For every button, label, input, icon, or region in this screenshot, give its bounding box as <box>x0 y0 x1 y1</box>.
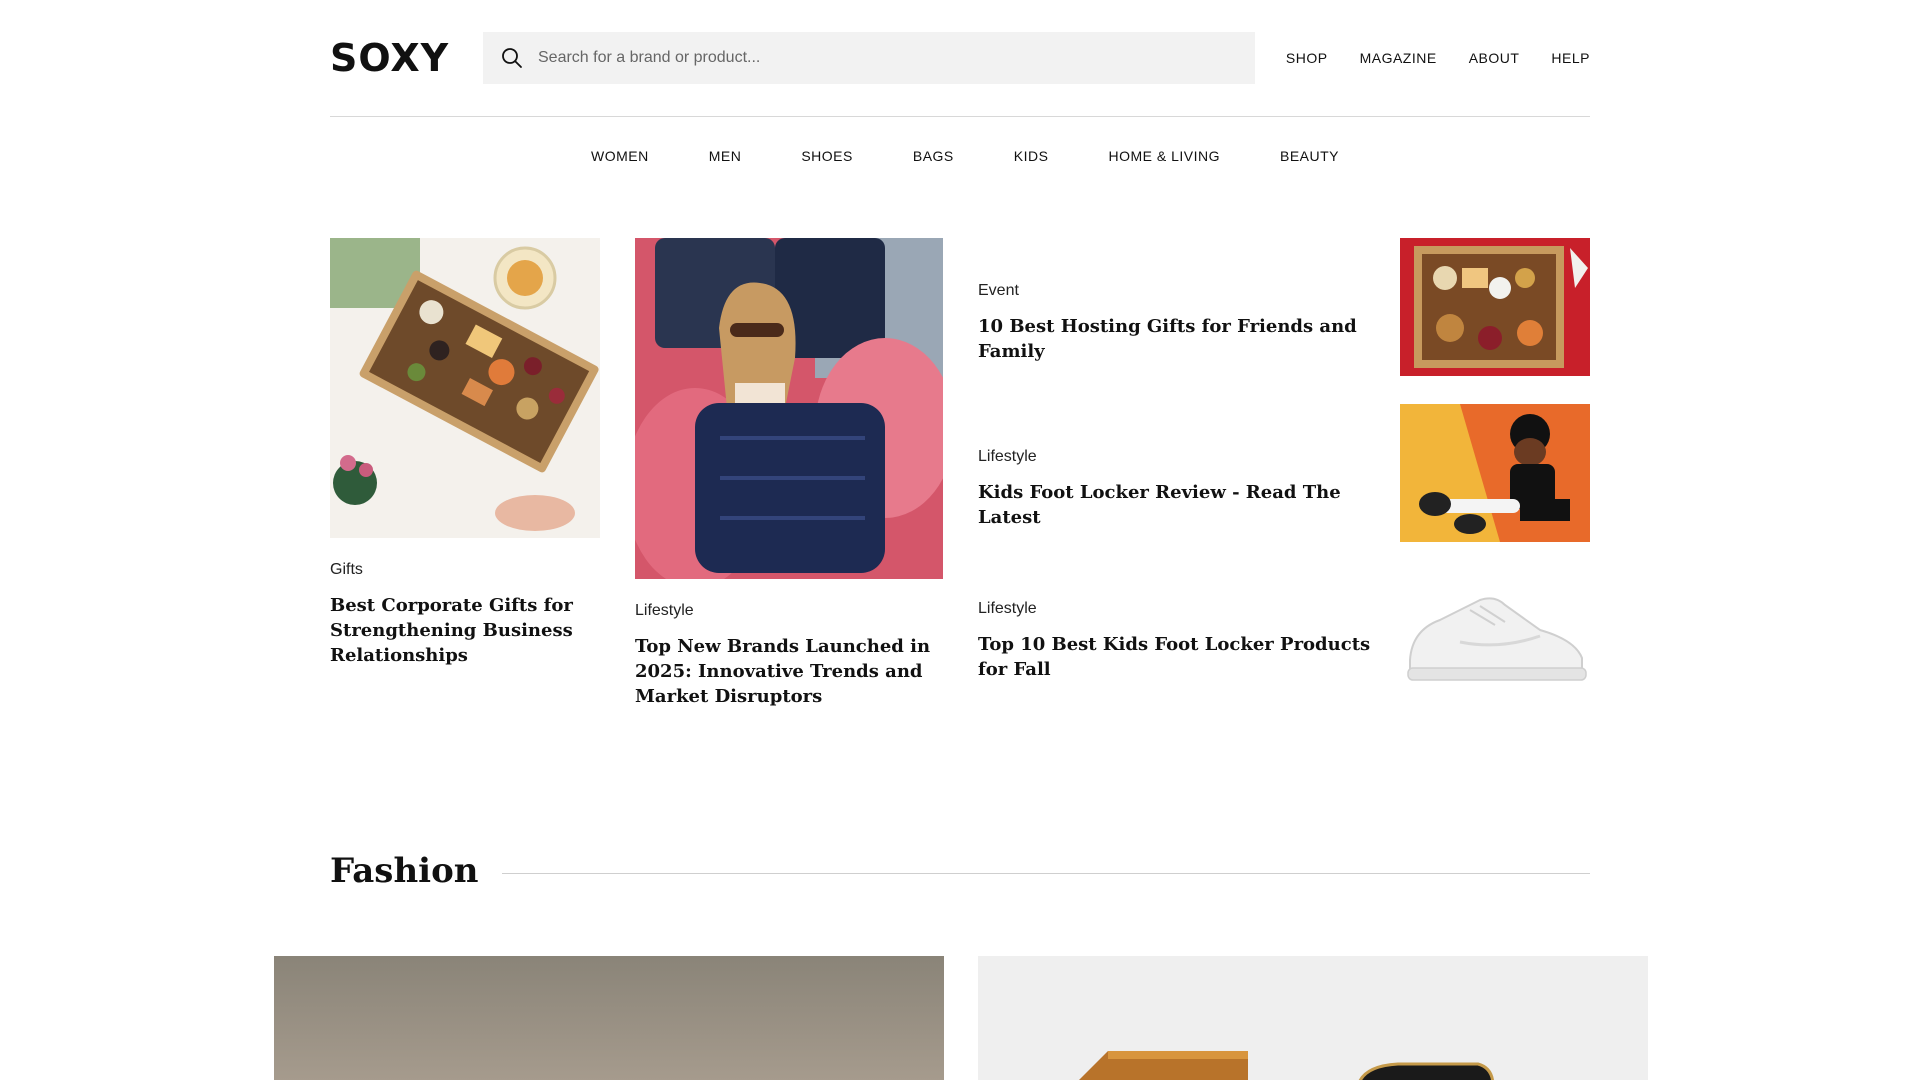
fashion-image-right[interactable] <box>978 956 1648 1080</box>
article-tag: Lifestyle <box>978 600 1037 617</box>
article-tag: Gifts <box>330 561 363 578</box>
article-image-luggage[interactable] <box>635 238 943 579</box>
category-kids[interactable]: KIDS <box>1014 148 1049 164</box>
search-input[interactable] <box>538 49 1218 67</box>
page: SOXY SHOP MAGAZINE ABOUT HELP WOMEN MEN … <box>0 0 1920 1080</box>
article-tag: Lifestyle <box>635 602 694 619</box>
search-bar[interactable] <box>483 32 1255 84</box>
fashion-image-left[interactable] <box>274 956 944 1080</box>
category-shoes[interactable]: SHOES <box>801 148 853 164</box>
article-row-hosting-gifts[interactable]: Event 10 Best Hosting Gifts for Friends … <box>978 238 1590 376</box>
article-image-charcuterie[interactable] <box>330 238 600 538</box>
article-row-kids-foot-locker-products[interactable]: Lifestyle Top 10 Best Kids Foot Locker P… <box>978 570 1590 708</box>
section-divider <box>502 872 1590 874</box>
top-nav: SHOP MAGAZINE ABOUT HELP <box>1286 50 1590 66</box>
site-logo[interactable]: SOXY <box>330 36 483 80</box>
nav-shop[interactable]: SHOP <box>1286 50 1328 66</box>
article-card-new-brands[interactable]: Lifestyle Top New Brands Launched in 202… <box>635 238 943 709</box>
article-title[interactable]: Best Corporate Gifts for Strengthening B… <box>330 593 600 668</box>
article-thumb-sneaker[interactable] <box>1400 570 1590 708</box>
category-nav: WOMEN MEN SHOES BAGS KIDS HOME & LIVING … <box>0 148 1920 164</box>
search-icon <box>502 48 522 68</box>
category-women[interactable]: WOMEN <box>591 148 649 164</box>
article-card-corporate-gifts[interactable]: Gifts Best Corporate Gifts for Strengthe… <box>330 238 600 668</box>
article-tag: Lifestyle <box>978 448 1037 465</box>
nav-help[interactable]: HELP <box>1551 50 1590 66</box>
article-tag: Event <box>978 282 1019 299</box>
category-men[interactable]: MEN <box>709 148 742 164</box>
article-title[interactable]: Top New Brands Launched in 2025: Innovat… <box>635 634 943 709</box>
article-row-kids-foot-locker-review[interactable]: Lifestyle Kids Foot Locker Review - Read… <box>978 404 1590 542</box>
category-beauty[interactable]: BEAUTY <box>1280 148 1339 164</box>
article-thumb-hosting[interactable] <box>1400 238 1590 376</box>
nav-magazine[interactable]: MAGAZINE <box>1360 50 1437 66</box>
article-title[interactable]: Top 10 Best Kids Foot Locker Products fo… <box>978 632 1388 682</box>
category-home-living[interactable]: HOME & LIVING <box>1108 148 1220 164</box>
article-title[interactable]: 10 Best Hosting Gifts for Friends and Fa… <box>978 314 1388 364</box>
section-title: Fashion <box>330 851 479 891</box>
article-title[interactable]: Kids Foot Locker Review - Read The Lates… <box>978 480 1388 530</box>
nav-about[interactable]: ABOUT <box>1469 50 1520 66</box>
site-header: SOXY SHOP MAGAZINE ABOUT HELP <box>330 32 1590 84</box>
header-divider <box>330 116 1590 117</box>
category-bags[interactable]: BAGS <box>913 148 954 164</box>
article-thumb-kid[interactable] <box>1400 404 1590 542</box>
fashion-section-header: Fashion <box>330 846 1590 896</box>
